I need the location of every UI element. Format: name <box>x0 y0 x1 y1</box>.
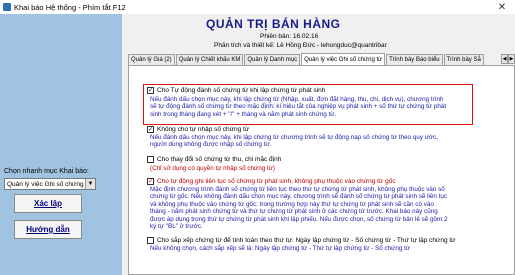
confirm-button-label: Xác lập <box>33 199 62 208</box>
tab-scroll-left-icon[interactable]: ◀ <box>501 54 508 64</box>
chevron-down-icon: ▼ <box>85 179 95 189</box>
option-no-manual-number-desc: Nếu đánh dấu chọn mục này, khi lập chứng… <box>150 134 438 149</box>
option-change-default-number-desc: (Chỉ sử dụng có quyền tự nhập số chứng t… <box>150 165 276 172</box>
option-sort-order-desc: Nếu không chọn, cách sắp xếp sẽ là: Ngày… <box>150 245 411 252</box>
option-continuous-number-desc: Mặc định chương trình đánh số chứng từ l… <box>150 186 448 231</box>
window-title: Khai báo Hệ thống - Phím tắt F12 <box>14 2 126 12</box>
option-change-default-number[interactable]: Cho thay đổi số chứng từ thu, chi mặc đị… <box>147 156 281 163</box>
confirm-button[interactable]: Xác lập <box>14 194 82 213</box>
option-sort-order-label: Cho sắp xếp chứng từ để tính toán theo t… <box>157 237 456 244</box>
title-bar: Khai báo Hệ thống - Phím tắt F12 ✕ <box>0 0 515 14</box>
app-title: QUẢN TRỊ BÁN HÀNG <box>206 17 341 31</box>
left-pane: Chọn nhanh mục Khai báo: Quản lý việc Gh… <box>0 14 122 275</box>
option-sort-order[interactable]: Cho sắp xếp chứng từ để tính toán theo t… <box>147 237 456 244</box>
checkbox-no-manual-number[interactable]: ✓ <box>147 126 154 133</box>
version-text: Phiên bản: 16.02.16 <box>260 33 319 40</box>
option-no-manual-number-label: Không cho tự nhập số chứng từ <box>157 126 250 133</box>
tab-catalog[interactable]: Quản lý Danh mục <box>244 54 301 65</box>
tab-document-numbering[interactable]: Quản lý việc Ghi số chứng từ <box>301 53 386 65</box>
tab-more[interactable]: Trình bày Sắ <box>443 54 484 65</box>
quick-select-dropdown[interactable]: Quản lý việc Ghi số chứng từ ▼ <box>4 178 96 190</box>
option-continuous-number-label: Cho tự động ghi liên tục số chứng từ phá… <box>157 178 396 185</box>
checkbox-sort-order[interactable] <box>147 237 154 244</box>
tab-scroll-right-icon[interactable]: ▶ <box>508 54 515 64</box>
tab-price[interactable]: Quản lý Giá (2) <box>128 54 175 65</box>
help-button[interactable]: Hướng dẫn <box>14 220 82 239</box>
option-continuous-number[interactable]: ✓ Cho tự động ghi liên tục số chứng từ p… <box>147 178 396 185</box>
tab-report-layout[interactable]: Trình bày Báo biểu <box>386 54 443 65</box>
system-settings-window: Khai báo Hệ thống - Phím tắt F12 ✕ Chọn … <box>0 0 515 275</box>
quick-select-value: Quản lý việc Ghi số chứng từ <box>7 180 92 188</box>
checkbox-change-default-number[interactable] <box>147 156 154 163</box>
tab-scroll-buttons: ◀ ▶ <box>501 54 515 64</box>
app-icon <box>3 3 11 11</box>
checkbox-continuous-number[interactable]: ✓ <box>147 178 154 185</box>
help-button-label: Hướng dẫn <box>26 225 70 234</box>
close-button[interactable]: ✕ <box>489 0 515 14</box>
option-change-default-number-label: Cho thay đổi số chứng từ thu, chi mặc đị… <box>157 156 282 163</box>
option-no-manual-number[interactable]: ✓ Không cho tự nhập số chứng từ <box>147 126 249 133</box>
tab-discount[interactable]: Quản lý Chiết khấu KM <box>175 54 244 65</box>
tab-strip: Quản lý Giá (2) Quản lý Chiết khấu KM Qu… <box>128 53 515 65</box>
highlight-box <box>143 84 473 125</box>
author-text: Phân tích và thiết kế: Lê Hồng Đức - leh… <box>214 42 387 49</box>
quick-select-label: Chọn nhanh mục Khai báo: <box>4 168 89 175</box>
